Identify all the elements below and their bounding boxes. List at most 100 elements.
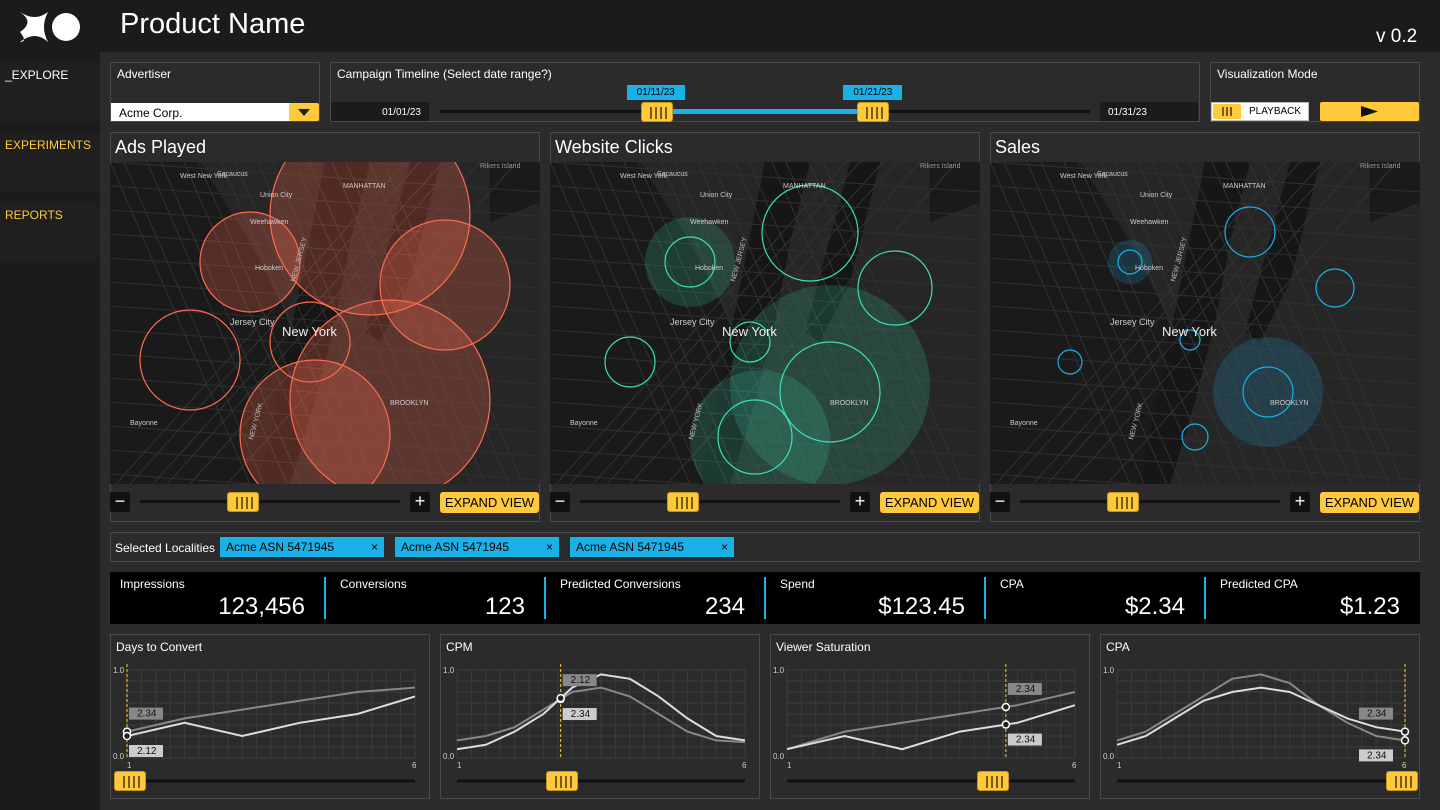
zoom-in-icon[interactable]: + [850,492,870,512]
kpi-impressions: Impressions 123,456 [110,572,330,624]
chart-plot: 1.0 0.01 6 2.34 2.12 [113,664,417,783]
tooltip-top-value: 2.34 [1367,709,1387,720]
svg-text:Rikers Island: Rikers Island [1360,163,1401,170]
tooltip-bottom-value: 2.34 [571,709,591,720]
map-view[interactable]: New York Jersey City Hoboken MANHATTAN BROOK… [550,162,980,484]
tooltip-top-value: 2.34 [137,709,157,720]
x-max-tick: 6 [1072,761,1077,770]
zoom-handle[interactable] [667,492,699,512]
zoom-handle[interactable] [1107,492,1139,512]
advertiser-dropdown-button[interactable] [289,103,319,121]
chart-plot: 1.0 0.01 6 2.34 2.34 [1103,664,1410,783]
kpi-value: 123,456 [218,593,305,620]
chart-title: Days to Convert [116,640,203,654]
expand-view-button[interactable]: EXPAND VIEW [440,492,539,513]
marker-point [1400,736,1410,745]
nav-item-label: EXPERIMENTS [5,138,92,152]
marker-point [1001,702,1011,712]
zoom-out-icon[interactable]: − [990,492,1010,512]
svg-text:Hoboken: Hoboken [1135,265,1163,272]
marker-point [556,693,565,703]
range-end-handle[interactable] [857,102,890,122]
nav-item-explore[interactable]: _EXPLORE [0,62,100,122]
svg-text:Bayonne: Bayonne [1010,420,1038,427]
chart-slider-handle[interactable] [114,771,146,791]
chart-title: CPM [446,640,473,654]
close-icon[interactable]: × [546,540,553,554]
kpi-predicted-conversions: Predicted Conversions 234 [550,572,770,624]
toggle-knob [1213,104,1241,119]
close-icon[interactable]: × [371,540,378,554]
y-max-tick: 1.0 [773,666,785,675]
timeline-end-date: 01/31/23 [1100,102,1198,121]
zoom-in-icon[interactable]: + [1290,492,1310,512]
zoom-out-icon[interactable]: − [110,492,130,512]
chart-plot: 1.0 0.01 6 2.34 2.34 [773,664,1077,783]
play-button[interactable] [1320,102,1419,121]
kpi-value: $2.34 [1124,593,1185,620]
playback-toggle[interactable]: PLAYBACK [1211,102,1309,121]
x-max-tick: 6 [742,761,747,770]
timeline-selected-range [656,109,874,114]
kpi-divider [544,577,546,619]
zoom-track [140,500,400,503]
svg-text:Jersey City: Jersey City [670,317,715,327]
svg-text:New York: New York [282,324,337,339]
svg-text:BROOKLYN: BROOKLYN [390,400,428,407]
svg-text:MANHATTAN: MANHATTAN [1223,183,1266,190]
chart-slider-handle[interactable] [977,771,1010,791]
svg-text:Weehawken: Weehawken [690,219,729,226]
timeline-label: Campaign Timeline (Select date range?) [337,67,552,81]
kpi-divider [984,577,986,619]
chart-title: CPA [1106,640,1130,654]
advertiser-select[interactable]: Acme Corp. [111,103,291,121]
tooltip-bottom-value: 2.34 [1016,735,1036,746]
x-min-tick: 1 [787,761,792,770]
kpi-value: $123.45 [878,593,965,620]
svg-text:Rikers Island: Rikers Island [920,163,961,170]
y-max-tick: 1.0 [113,666,125,675]
chart-slider-handle[interactable] [1386,771,1418,791]
nav-item-experiments[interactable]: EXPERIMENTS [0,132,100,192]
svg-text:New York: New York [1162,324,1217,339]
tooltip-bottom-value: 2.12 [137,746,157,757]
svg-text:MANHATTAN: MANHATTAN [783,183,826,190]
locality-chip[interactable]: Acme ASN 5471945 × [395,537,559,557]
line-chart: 1.0 0.0 1 6 2.34 2.12 Days to Convert [110,634,430,799]
map-title: Sales [995,137,1041,157]
page-title: Product Name [120,8,306,40]
kpi-divider [324,577,326,619]
chart-title: Viewer Saturation [776,640,871,654]
map-title: Website Clicks [555,137,673,157]
map-view[interactable]: New York Jersey City Hoboken MANHATTAN BROOK… [110,162,540,484]
zoom-track [1020,500,1280,503]
svg-text:Bayonne: Bayonne [130,420,158,427]
locality-chip[interactable]: Acme ASN 5471945 × [220,537,384,557]
svg-text:Hoboken: Hoboken [695,265,723,272]
kpi-value: 234 [704,593,745,620]
map-view[interactable]: New York Jersey City Hoboken MANHATTAN BROOK… [990,162,1420,484]
range-start-handle[interactable] [640,102,673,122]
tooltip-top-value: 2.12 [571,675,591,686]
close-icon[interactable]: × [721,540,728,554]
expand-view-button[interactable]: EXPAND VIEW [1320,492,1419,513]
zoom-out-icon[interactable]: − [550,492,570,512]
locality-chip[interactable]: Acme ASN 5471945 × [570,537,734,557]
kpi-label: Conversions [340,577,407,591]
svg-text:Union City: Union City [1140,192,1173,199]
kpi-value: 123 [484,593,525,620]
nav-item-reports[interactable]: REPORTS [0,202,100,262]
zoom-handle[interactable] [227,492,259,512]
app-logo [0,0,100,52]
kpi-value: $1.23 [1339,593,1400,620]
tooltip-top-value: 2.34 [1016,684,1036,695]
line-chart: 1.0 0.0 1 6 2.34 2.34 CPA [1100,634,1420,799]
zoom-in-icon[interactable]: + [410,492,430,512]
svg-text:Bayonne: Bayonne [570,420,598,427]
x-max-tick: 6 [412,761,417,770]
svg-text:West New York: West New York [1060,173,1108,180]
x-max-tick: 6 [1402,761,1407,770]
chart-plot: 1.0 0.01 6 2.12 2.34 [443,664,747,783]
expand-view-button[interactable]: EXPAND VIEW [880,492,979,513]
chart-slider-handle[interactable] [545,771,578,791]
